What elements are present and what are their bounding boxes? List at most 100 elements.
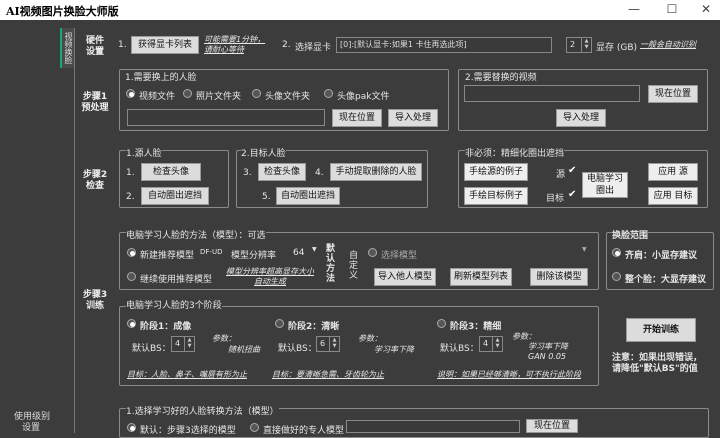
auto-mask-source-button[interactable]: 自动圈出遮挡 bbox=[141, 187, 209, 205]
step2-number-3: 3. bbox=[243, 168, 252, 178]
hw-step-1-number: 1. bbox=[118, 40, 127, 50]
row-label-step1: 步骤1 预处理 bbox=[81, 92, 109, 113]
phase-3-bs-spinner[interactable]: 4 ▲ ▼ bbox=[479, 336, 503, 352]
model-path-input[interactable] bbox=[346, 420, 520, 433]
phase-3-label: 阶段3：精细 bbox=[450, 322, 502, 332]
default-method-label: 默认方法 bbox=[326, 244, 336, 284]
continue-model-label: 继续使用推荐模型 bbox=[140, 275, 213, 285]
radio-range-full-face[interactable] bbox=[612, 272, 621, 281]
row-label-hardware: 硬件 设置 bbox=[85, 36, 104, 57]
new-model-label: 新建推荐模型 bbox=[140, 251, 195, 261]
phase-1-bs-value: 4 bbox=[175, 339, 181, 348]
window-title: AI视频图片换脸大师版 bbox=[6, 5, 119, 18]
check-source-avatar-button[interactable]: 检查头像 bbox=[141, 163, 201, 181]
spin-arrows-icon[interactable]: ▲ ▼ bbox=[329, 337, 339, 351]
gpu-select[interactable]: [0]:[默认显卡:如果1 卡住再选此项] bbox=[336, 37, 552, 53]
radio-label-avatar-folder: 头像文件夹 bbox=[265, 92, 311, 102]
src-check-icon[interactable]: ✔ bbox=[568, 165, 576, 176]
source-path-input[interactable] bbox=[127, 109, 325, 126]
range-shoulder-label: 齐肩：小显存建议 bbox=[625, 251, 698, 261]
vram-note: 一般会自动识别 bbox=[640, 40, 696, 49]
step2-number-1: 1. bbox=[126, 168, 135, 178]
phase-3-bs-label: 默认BS： bbox=[440, 344, 479, 354]
select-model-dropdown-icon[interactable]: ▼ bbox=[582, 246, 587, 253]
src-label: 源 bbox=[556, 170, 566, 180]
tab-divider bbox=[74, 28, 75, 433]
radio-default-model[interactable] bbox=[127, 423, 136, 432]
phase-2-bs-spinner[interactable]: 6 ▲ ▼ bbox=[316, 336, 340, 352]
radio-select-model[interactable] bbox=[368, 248, 377, 257]
minimize-icon[interactable]: — bbox=[624, 2, 644, 16]
radio-avatar-pak[interactable] bbox=[324, 89, 333, 98]
phase-1-bs-spinner[interactable]: 4 ▲ ▼ bbox=[171, 336, 195, 352]
radio-video-file[interactable] bbox=[126, 89, 135, 98]
select-model-label: 选择模型 bbox=[381, 251, 418, 261]
tab-video-faceswap[interactable]: 视频换脸 bbox=[60, 28, 74, 68]
radio-phase-1[interactable] bbox=[127, 319, 136, 328]
phase-1-label: 阶段1：成像 bbox=[140, 322, 192, 332]
source-face-title: 1.需要换上的人脸 bbox=[125, 73, 197, 83]
start-training-button[interactable]: 开始训练 bbox=[626, 318, 696, 342]
apply-source-button[interactable]: 应用 源 bbox=[648, 163, 698, 181]
phase-2-bs-value: 6 bbox=[320, 339, 326, 348]
vram-spinner[interactable]: 2 ▲ ▼ bbox=[566, 37, 592, 53]
check-target-avatar-button[interactable]: 检查头像 bbox=[258, 163, 306, 181]
delete-model-button[interactable]: 删除该模型 bbox=[530, 268, 588, 286]
radio-phase-2[interactable] bbox=[275, 319, 284, 328]
continue-model-note: 模型分辨率超高显存大小 自动生成 bbox=[226, 267, 314, 286]
model-name: DF-UD bbox=[200, 248, 223, 256]
radio-phase-3[interactable] bbox=[437, 319, 446, 328]
row-label-step3: 步骤3 训练 bbox=[82, 290, 108, 311]
title-bar: AI视频图片换脸大师版 — ☐ ✕ bbox=[0, 0, 720, 20]
step2-number-5: 5. bbox=[262, 192, 271, 202]
phase-1-params: 参数： 随机扭曲 bbox=[212, 334, 260, 354]
get-gpu-list-button[interactable]: 获得显卡列表 bbox=[131, 36, 199, 54]
target-video-title: 2.需要替换的视频 bbox=[465, 73, 537, 83]
row-label-step2: 步骤2 检查 bbox=[82, 170, 108, 191]
refresh-model-list-button[interactable]: 刷新模型列表 bbox=[450, 268, 512, 286]
target-locate-button[interactable]: 现在位置 bbox=[648, 85, 698, 103]
phase-2-label: 阶段2：清晰 bbox=[288, 322, 340, 332]
apply-target-button[interactable]: 应用 目标 bbox=[648, 187, 698, 205]
swap-range-title: 换脸范围 bbox=[612, 228, 649, 241]
maximize-icon[interactable]: ☐ bbox=[662, 2, 682, 16]
resolution-dropdown-icon[interactable]: ▼ bbox=[312, 246, 317, 253]
custom-label: 自定义 bbox=[349, 251, 359, 281]
target-path-input[interactable] bbox=[464, 85, 640, 102]
phase-1-bs-label: 默认BS： bbox=[132, 344, 171, 354]
model-method-title: 电脑学习人脸的方法（模型）：可选 bbox=[126, 228, 266, 241]
phase-2-params: 参数： 学习率下降 bbox=[358, 334, 414, 354]
step2-number-2: 2. bbox=[126, 192, 135, 202]
draw-source-example-button[interactable]: 手绘源的例子 bbox=[464, 163, 528, 181]
radio-custom-model[interactable] bbox=[250, 423, 259, 432]
spin-arrows-icon[interactable]: ▲ ▼ bbox=[581, 38, 591, 52]
close-icon[interactable]: ✕ bbox=[696, 2, 716, 16]
radio-range-shoulder[interactable] bbox=[612, 248, 621, 257]
training-error-note: 注意：如果出现错误， 请降低"默认BS"的值 bbox=[612, 353, 703, 374]
target-import-button[interactable]: 导入处理 bbox=[556, 109, 606, 127]
import-other-model-button[interactable]: 导入他人模型 bbox=[374, 268, 436, 286]
radio-label-video-file: 视频文件 bbox=[139, 92, 176, 102]
source-locate-button[interactable]: 现在位置 bbox=[332, 109, 382, 127]
radio-avatar-folder[interactable] bbox=[252, 89, 261, 98]
hw-step-2-number: 2. bbox=[282, 40, 291, 50]
usage-level-label[interactable]: 使用级别 设置 bbox=[14, 412, 50, 434]
source-import-button[interactable]: 导入处理 bbox=[388, 109, 438, 127]
manual-extract-button[interactable]: 手动提取删除的人脸 bbox=[330, 163, 422, 181]
target-check-title: 2.目标人脸 bbox=[241, 146, 286, 159]
resolution-value[interactable]: 64 bbox=[293, 248, 304, 258]
radio-new-model[interactable] bbox=[127, 248, 136, 257]
auto-mask-target-button[interactable]: 自动圈出遮挡 bbox=[276, 187, 340, 205]
phase-3-params: 参数： 学习率下降 GAN 0.05 bbox=[512, 332, 568, 361]
ml-mask-button[interactable]: 电脑学习 圈出 bbox=[582, 172, 628, 198]
model-locate-button[interactable]: 现在位置 bbox=[526, 419, 578, 433]
spin-arrows-icon[interactable]: ▲ ▼ bbox=[184, 337, 194, 351]
get-gpu-note: 可能需要1分钟， 请耐心等待 bbox=[204, 35, 266, 54]
vram-value: 2 bbox=[570, 40, 576, 49]
draw-target-example-button[interactable]: 手绘目标例子 bbox=[464, 187, 528, 205]
phase-2-goal: 目标：要清晰急需、牙齿轮为止 bbox=[272, 370, 384, 379]
radio-continue-model[interactable] bbox=[127, 272, 136, 281]
radio-photo-folder[interactable] bbox=[183, 89, 192, 98]
tgt-check-icon[interactable]: ✔ bbox=[568, 189, 576, 200]
spin-arrows-icon[interactable]: ▲ ▼ bbox=[492, 337, 502, 351]
